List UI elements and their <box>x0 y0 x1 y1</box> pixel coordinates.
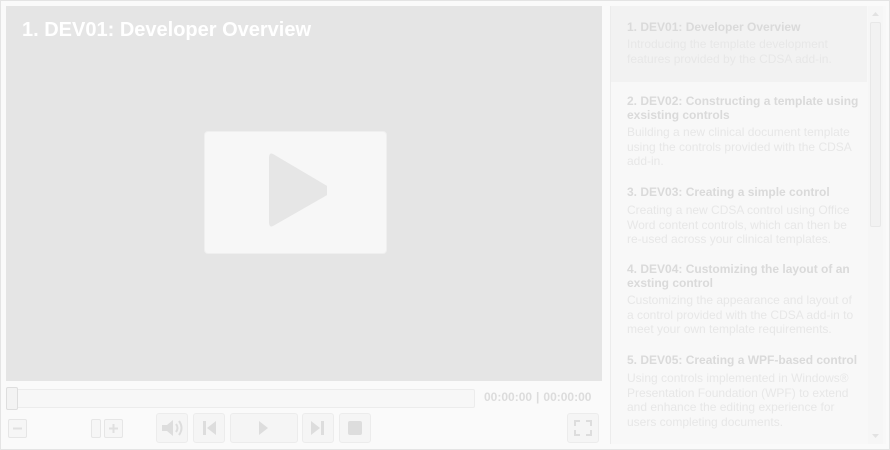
playlist-item-title: 1. DEV01: Developer Overview <box>627 20 801 34</box>
playlist-item-description: Using controls implemented in Windows® P… <box>627 371 849 429</box>
duration: 00:00:00 <box>543 390 592 404</box>
play-icon <box>259 421 268 435</box>
playlist-panel: 1. DEV01: Developer Overview Introducing… <box>610 6 886 444</box>
time-display: 00:00:00 | 00:00:00 <box>484 390 591 404</box>
playlist-scrollbar-thumb[interactable] <box>870 22 881 227</box>
playlist-item-title: 5. DEV05: Creating a WPF-based control <box>627 353 858 367</box>
playlist-item[interactable]: 5. DEV05: Creating a WPF-based control U… <box>611 349 867 441</box>
volume-button[interactable] <box>156 413 188 443</box>
stop-button[interactable] <box>339 413 371 443</box>
play-button[interactable] <box>230 413 298 443</box>
zoom-in-button[interactable] <box>104 419 123 438</box>
playlist-item-description: Creating a new CDSA control using Office… <box>627 203 850 247</box>
playlist-item-description: Building a new clinical document templat… <box>627 125 852 169</box>
play-icon <box>269 153 327 227</box>
time-separator: | <box>536 390 540 404</box>
volume-icon <box>162 420 183 436</box>
zoom-slider-handle[interactable] <box>91 419 101 438</box>
video-title: 1. DEV01: Developer Overview <box>22 19 312 41</box>
playlist-item-title: 2. DEV02: Constructing a template using … <box>627 94 859 122</box>
playlist-item-description: Introducing the template development fea… <box>627 37 832 66</box>
playlist-item[interactable]: 2. DEV02: Constructing a template using … <box>611 90 867 178</box>
playlist-item-title: 4. DEV04: Customizing the layout of an e… <box>627 262 850 290</box>
skip-next-icon <box>311 421 324 435</box>
current-time: 00:00:00 <box>484 390 533 404</box>
playlist-item[interactable]: 1. DEV01: Developer Overview Introducing… <box>611 6 867 82</box>
playlist-item[interactable]: 4. DEV04: Customizing the layout of an e… <box>611 258 867 350</box>
big-play-button[interactable] <box>205 132 386 253</box>
playlist-item-title: 3. DEV03: Creating a simple control <box>627 185 830 199</box>
scroll-up-icon[interactable] <box>868 8 883 20</box>
seek-bar[interactable] <box>6 389 475 408</box>
video-area[interactable]: 1. DEV01: Developer Overview <box>6 6 602 381</box>
fullscreen-icon <box>574 420 592 436</box>
stop-icon <box>348 421 362 435</box>
playlist-item-description: Customizing the appearance and layout of… <box>627 293 854 337</box>
playlist-item[interactable]: 3. DEV03: Creating a simple control Crea… <box>611 181 867 259</box>
seek-handle[interactable] <box>6 387 18 410</box>
minus-icon <box>13 427 22 430</box>
plus-icon <box>109 424 118 433</box>
scroll-down-icon[interactable] <box>868 430 883 442</box>
zoom-out-button[interactable] <box>8 419 27 438</box>
skip-previous-icon <box>203 421 216 435</box>
next-button[interactable] <box>302 413 334 443</box>
previous-button[interactable] <box>193 413 225 443</box>
fullscreen-button[interactable] <box>567 413 599 443</box>
